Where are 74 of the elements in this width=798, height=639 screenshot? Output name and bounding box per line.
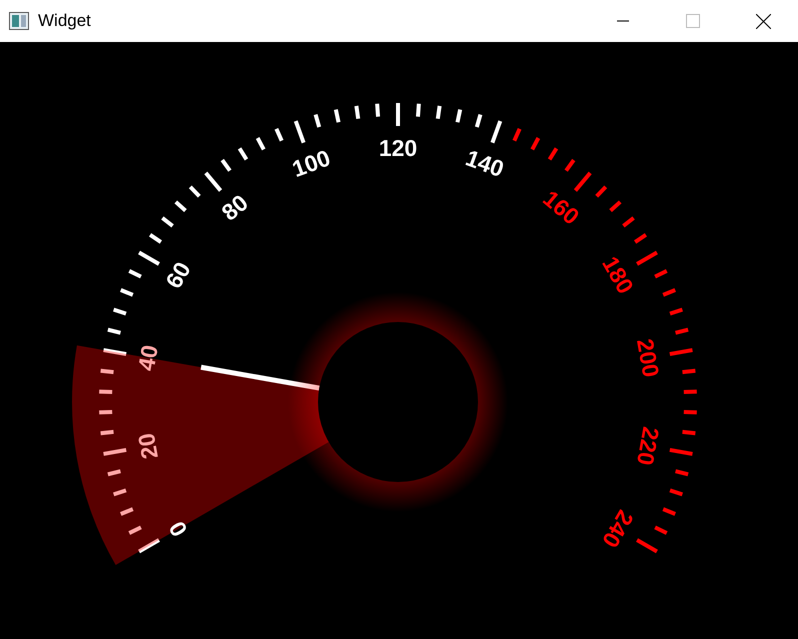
speed-label: 80	[216, 189, 253, 226]
tick-mark	[609, 200, 622, 212]
tick-mark	[684, 390, 697, 394]
tick-mark	[416, 104, 421, 117]
tick-mark	[138, 250, 160, 266]
tick-mark	[274, 128, 284, 142]
tick-mark	[684, 410, 697, 414]
speed-label: 160	[538, 185, 584, 230]
tick-mark	[103, 448, 127, 456]
tick-mark	[636, 250, 658, 266]
tick-mark	[128, 269, 142, 278]
tick-mark	[256, 137, 266, 150]
tick-mark	[675, 328, 689, 335]
tick-mark	[120, 507, 134, 516]
maximize-icon	[686, 14, 700, 28]
tick-mark	[622, 216, 635, 228]
tick-mark	[530, 137, 540, 150]
tick-mark	[682, 368, 696, 374]
tick-mark	[334, 109, 340, 123]
tick-mark	[490, 120, 502, 144]
tick-mark	[662, 507, 676, 516]
tick-mark	[113, 488, 127, 496]
tick-mark	[669, 308, 683, 316]
tick-mark	[669, 448, 693, 456]
tick-mark	[396, 103, 400, 126]
app-icon	[9, 12, 29, 30]
tick-mark	[456, 109, 462, 123]
tick-mark	[174, 200, 187, 212]
tick-mark	[669, 488, 683, 496]
tick-mark	[113, 308, 127, 316]
window-title: Widget	[38, 11, 92, 31]
tick-mark	[682, 430, 696, 436]
speed-label: 100	[288, 144, 334, 182]
speed-label: 180	[597, 252, 639, 298]
tick-mark	[548, 147, 558, 161]
tick-mark	[375, 104, 380, 117]
tick-mark	[188, 186, 201, 198]
tick-mark	[100, 430, 114, 436]
tick-mark	[595, 186, 608, 198]
tick-mark	[474, 114, 482, 128]
tick-mark	[99, 410, 112, 414]
tick-mark	[675, 469, 689, 476]
speed-label: 0	[164, 516, 192, 542]
tick-mark	[138, 538, 160, 554]
tick-mark	[654, 269, 668, 278]
tick-mark	[669, 348, 693, 356]
speed-label: 60	[160, 257, 196, 293]
tick-mark	[654, 526, 668, 535]
tick-mark	[238, 147, 248, 161]
tick-mark	[100, 368, 114, 374]
tick-mark	[294, 120, 306, 144]
tick-mark	[128, 526, 142, 535]
tick-mark	[107, 469, 121, 476]
tick-mark	[634, 233, 647, 244]
speed-label: 120	[378, 135, 418, 161]
close-icon	[756, 14, 770, 28]
speed-label: 240	[597, 506, 639, 552]
speed-label: 200	[632, 336, 664, 380]
speed-label: 140	[462, 144, 508, 182]
tick-mark	[161, 216, 174, 228]
tick-mark	[662, 288, 676, 297]
tick-mark	[120, 288, 134, 297]
tick-mark	[314, 114, 322, 128]
speed-label: 220	[632, 424, 664, 468]
tick-mark	[512, 128, 522, 142]
speed-label: 20	[132, 431, 163, 461]
tick-mark	[149, 233, 162, 244]
tick-mark	[107, 328, 121, 335]
tick-mark	[99, 390, 112, 394]
tick-mark	[103, 348, 127, 356]
tick-mark	[436, 106, 442, 120]
tick-mark	[636, 538, 658, 554]
tick-mark	[354, 106, 360, 120]
speed-label: 40	[132, 343, 163, 373]
